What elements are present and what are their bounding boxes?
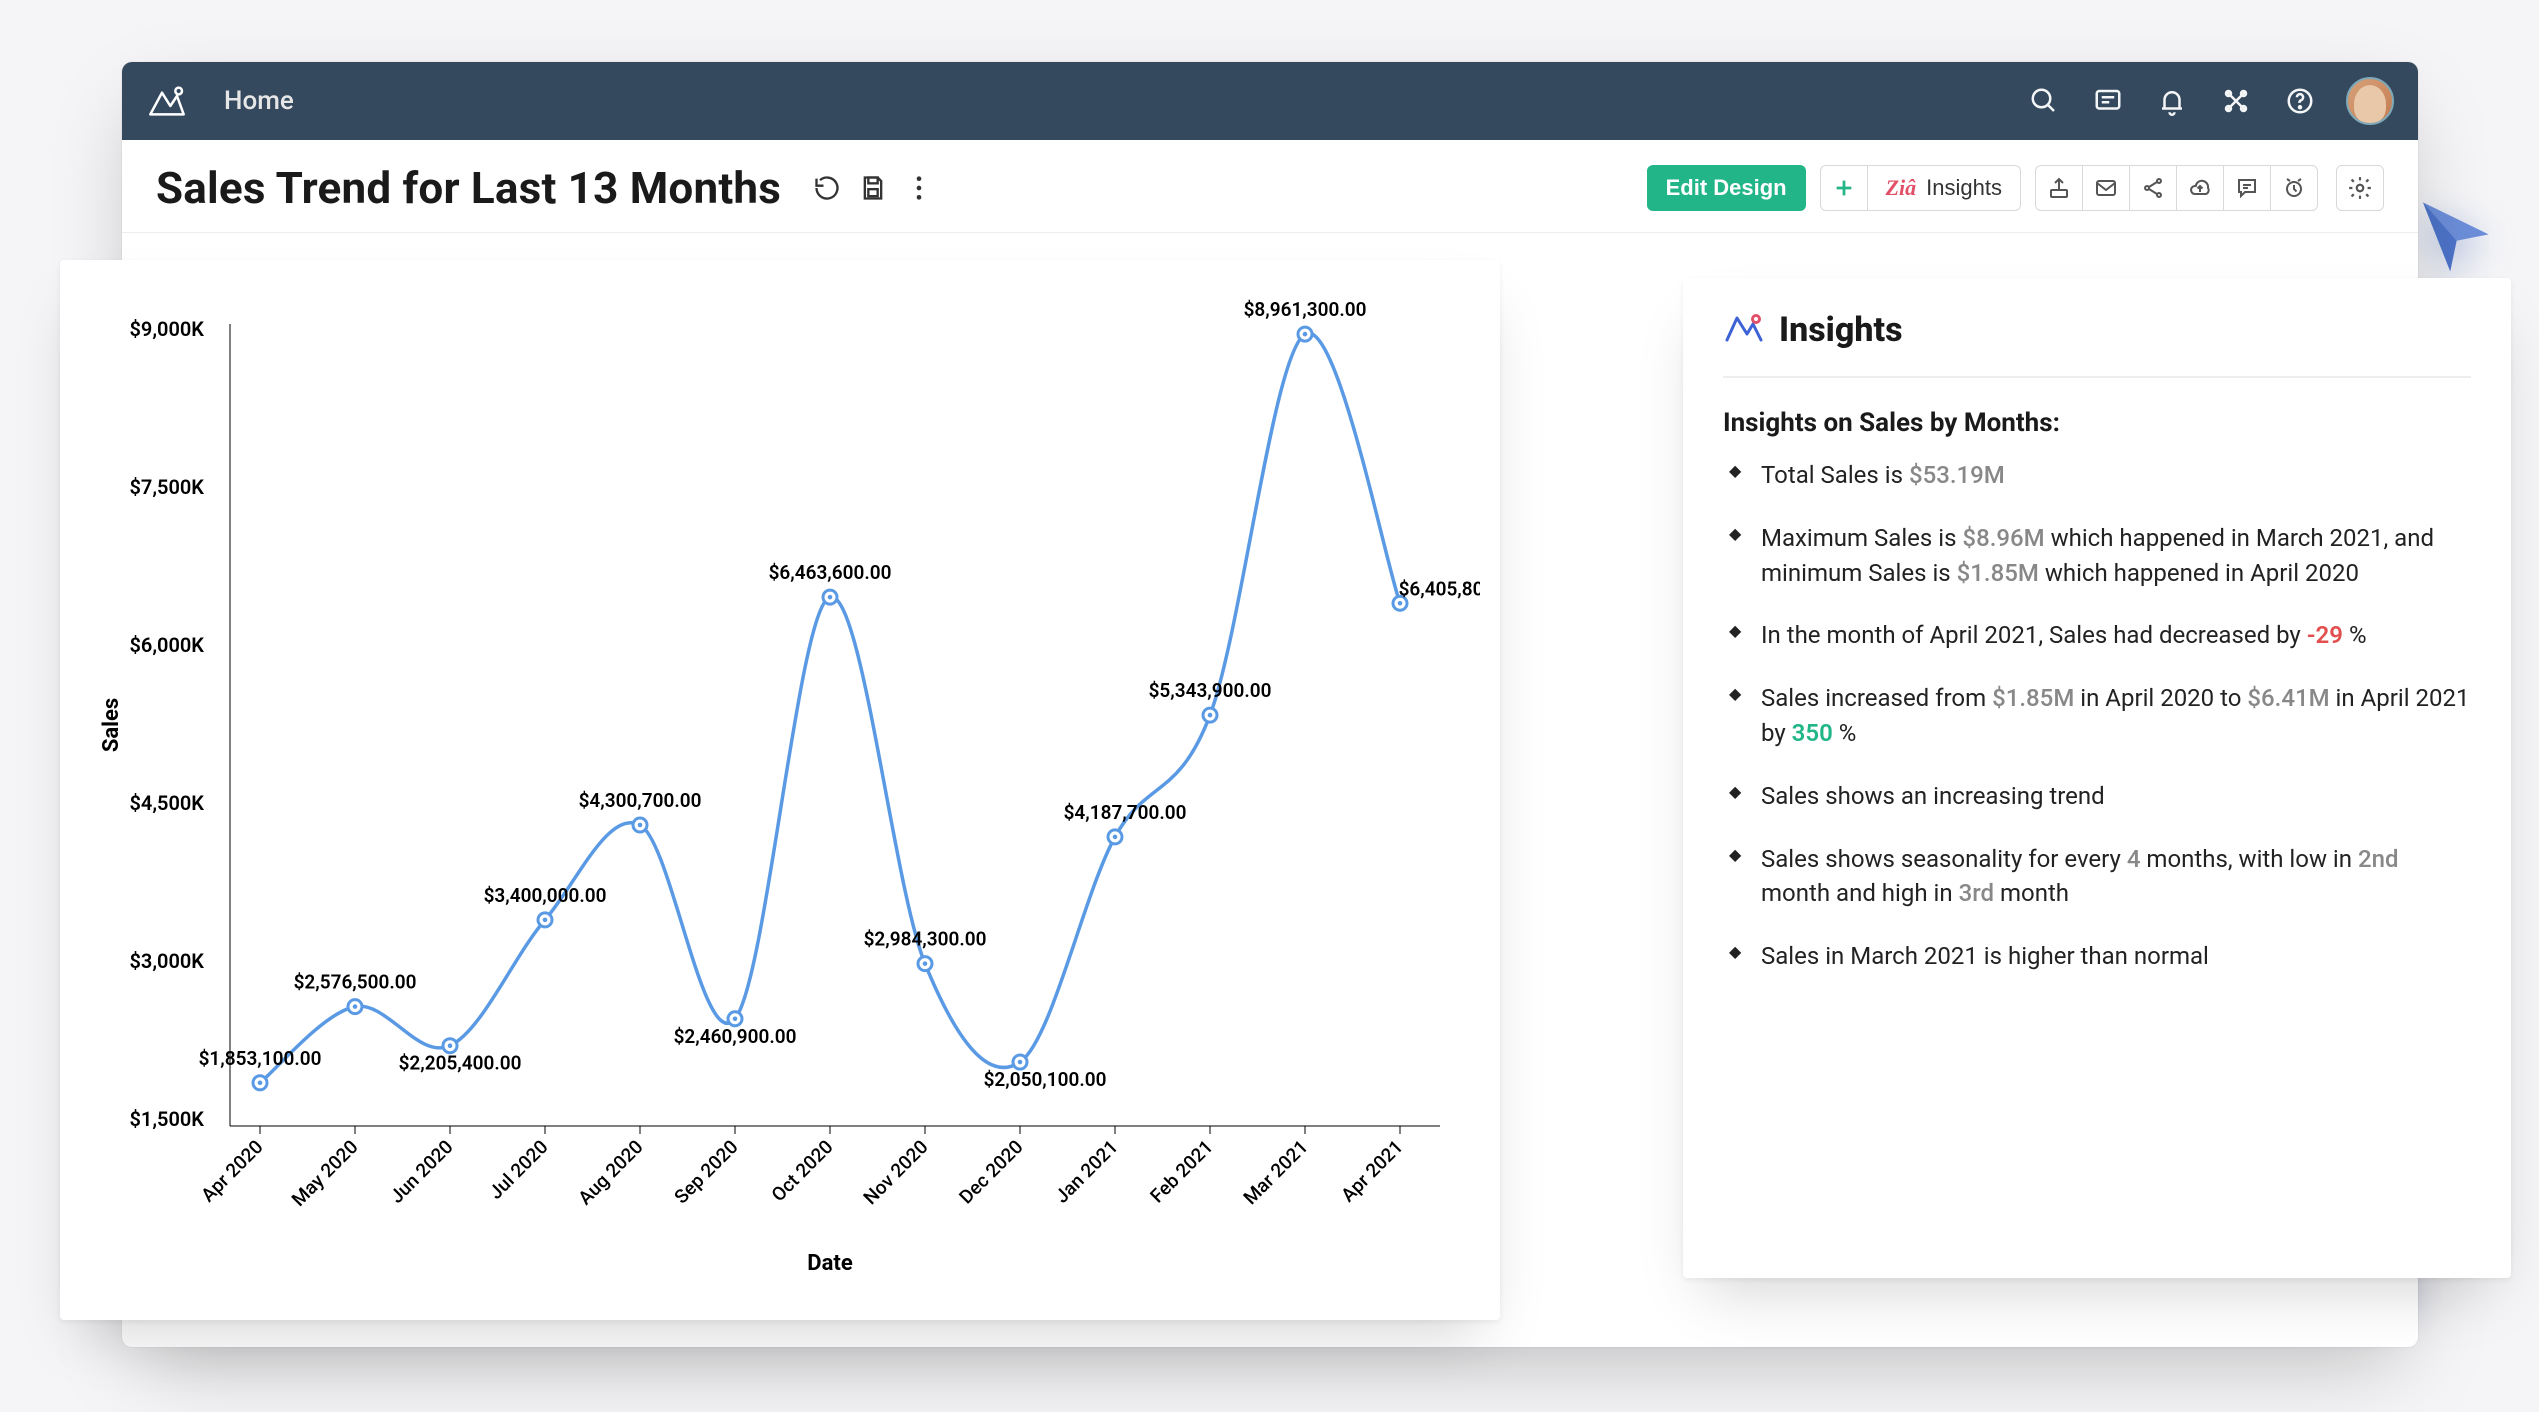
- svg-text:Apr 2020: Apr 2020: [196, 1135, 267, 1206]
- svg-text:$4,187,700.00: $4,187,700.00: [1064, 801, 1187, 824]
- brand-logo[interactable]: [146, 80, 188, 122]
- svg-text:Nov 2020: Nov 2020: [859, 1135, 933, 1209]
- svg-text:Jun 2020: Jun 2020: [385, 1135, 458, 1208]
- svg-text:$2,576,500.00: $2,576,500.00: [294, 971, 417, 994]
- svg-text:Dec 2020: Dec 2020: [954, 1135, 1027, 1208]
- svg-text:Jan 2021: Jan 2021: [1050, 1135, 1122, 1207]
- save-icon[interactable]: [855, 170, 891, 206]
- insights-subtitle: Insights on Sales by Months:: [1723, 408, 2471, 438]
- title-row: Sales Trend for Last 13 Months Edit Desi…: [122, 140, 2418, 233]
- mail-icon[interactable]: [2082, 165, 2130, 211]
- insight-increase: Sales increased from $1.85M in April 202…: [1723, 681, 2471, 779]
- svg-text:Aug 2020: Aug 2020: [573, 1135, 647, 1209]
- zia-icon: [1723, 310, 1763, 350]
- svg-text:$3,000K: $3,000K: [129, 949, 204, 973]
- brand-glyph-icon: [146, 80, 188, 122]
- svg-text:Sep 2020: Sep 2020: [670, 1135, 743, 1208]
- svg-text:Feb 2021: Feb 2021: [1145, 1135, 1217, 1207]
- cloud-icon[interactable]: [2176, 165, 2224, 211]
- tools-icon[interactable]: [2218, 83, 2254, 119]
- nav-home[interactable]: Home: [224, 86, 294, 116]
- help-icon[interactable]: [2282, 83, 2318, 119]
- more-icon[interactable]: [901, 170, 937, 206]
- svg-text:Date: Date: [807, 1251, 853, 1276]
- svg-text:$9,000K: $9,000K: [129, 317, 204, 341]
- svg-text:$2,460,900.00: $2,460,900.00: [674, 1025, 797, 1048]
- svg-text:$1,853,100.00: $1,853,100.00: [199, 1047, 322, 1070]
- insights-list: Total Sales is $53.19M Maximum Sales is …: [1723, 458, 2471, 1002]
- insights-title: Insights: [1723, 310, 2471, 378]
- refresh-icon[interactable]: [809, 170, 845, 206]
- comment-icon[interactable]: [2223, 165, 2271, 211]
- svg-text:Sales: Sales: [99, 698, 124, 752]
- svg-text:$3,400,000.00: $3,400,000.00: [484, 884, 607, 907]
- edit-design-button[interactable]: Edit Design: [1647, 165, 1806, 211]
- svg-text:Oct 2020: Oct 2020: [767, 1135, 838, 1206]
- svg-text:$2,984,300.00: $2,984,300.00: [864, 928, 987, 951]
- svg-text:$6,405,800.00: $6,405,800.00: [1399, 577, 1480, 600]
- chart-area: $1,500K $3,000K $4,500K $6,000K $7,500K $9,00…: [90, 290, 1480, 1300]
- bell-icon[interactable]: [2154, 83, 2190, 119]
- add-button[interactable]: [1820, 165, 1868, 211]
- svg-text:$6,000K: $6,000K: [129, 633, 204, 657]
- svg-text:May 2020: May 2020: [287, 1135, 363, 1211]
- svg-text:$4,300,700.00: $4,300,700.00: [579, 789, 702, 812]
- alarm-icon[interactable]: [2270, 165, 2318, 211]
- insight-trend: Sales shows an increasing trend: [1723, 779, 2471, 842]
- svg-text:$8,961,300.00: $8,961,300.00: [1244, 298, 1367, 321]
- insights-title-text: Insights: [1779, 310, 1903, 350]
- insight-season: Sales shows seasonality for every 4 mont…: [1723, 842, 2471, 940]
- insights-button-label: Insights: [1926, 175, 2002, 201]
- topbar: Home: [122, 62, 2418, 140]
- insight-apr21: In the month of April 2021, Sales had de…: [1723, 618, 2471, 681]
- message-icon[interactable]: [2090, 83, 2126, 119]
- title-inline-actions: [809, 170, 937, 206]
- search-icon[interactable]: [2026, 83, 2062, 119]
- zia-icon: Ziâ: [1886, 175, 1917, 201]
- svg-text:$1,500K: $1,500K: [129, 1107, 204, 1131]
- insights-card: Insights Insights on Sales by Months: To…: [1683, 278, 2511, 1278]
- svg-text:Apr 2021: Apr 2021: [1336, 1135, 1407, 1206]
- share-icon[interactable]: [2129, 165, 2177, 211]
- svg-text:Mar 2021: Mar 2021: [1239, 1135, 1313, 1209]
- svg-text:$2,050,100.00: $2,050,100.00: [984, 1068, 1107, 1091]
- export-icon[interactable]: [2035, 165, 2083, 211]
- chart-card: $1,500K $3,000K $4,500K $6,000K $7,500K $9,00…: [60, 260, 1500, 1320]
- cursor-illustration: [2415, 196, 2495, 276]
- page-title: Sales Trend for Last 13 Months: [156, 162, 781, 214]
- insights-button[interactable]: Ziâ Insights: [1867, 165, 2021, 211]
- svg-text:$6,463,600.00: $6,463,600.00: [769, 561, 892, 584]
- settings-icon[interactable]: [2336, 165, 2384, 211]
- insight-total: Total Sales is $53.19M: [1723, 458, 2471, 521]
- svg-text:Jul 2020: Jul 2020: [484, 1135, 553, 1204]
- insight-max-min: Maximum Sales is $8.96M which happened i…: [1723, 521, 2471, 619]
- svg-text:$4,500K: $4,500K: [129, 791, 204, 815]
- svg-text:$5,343,900.00: $5,343,900.00: [1149, 679, 1272, 702]
- svg-text:$2,205,400.00: $2,205,400.00: [399, 1052, 522, 1075]
- topbar-actions: [2026, 77, 2394, 125]
- svg-text:$7,500K: $7,500K: [129, 475, 204, 499]
- user-avatar[interactable]: [2346, 77, 2394, 125]
- insight-anomaly: Sales in March 2021 is higher than norma…: [1723, 939, 2471, 1002]
